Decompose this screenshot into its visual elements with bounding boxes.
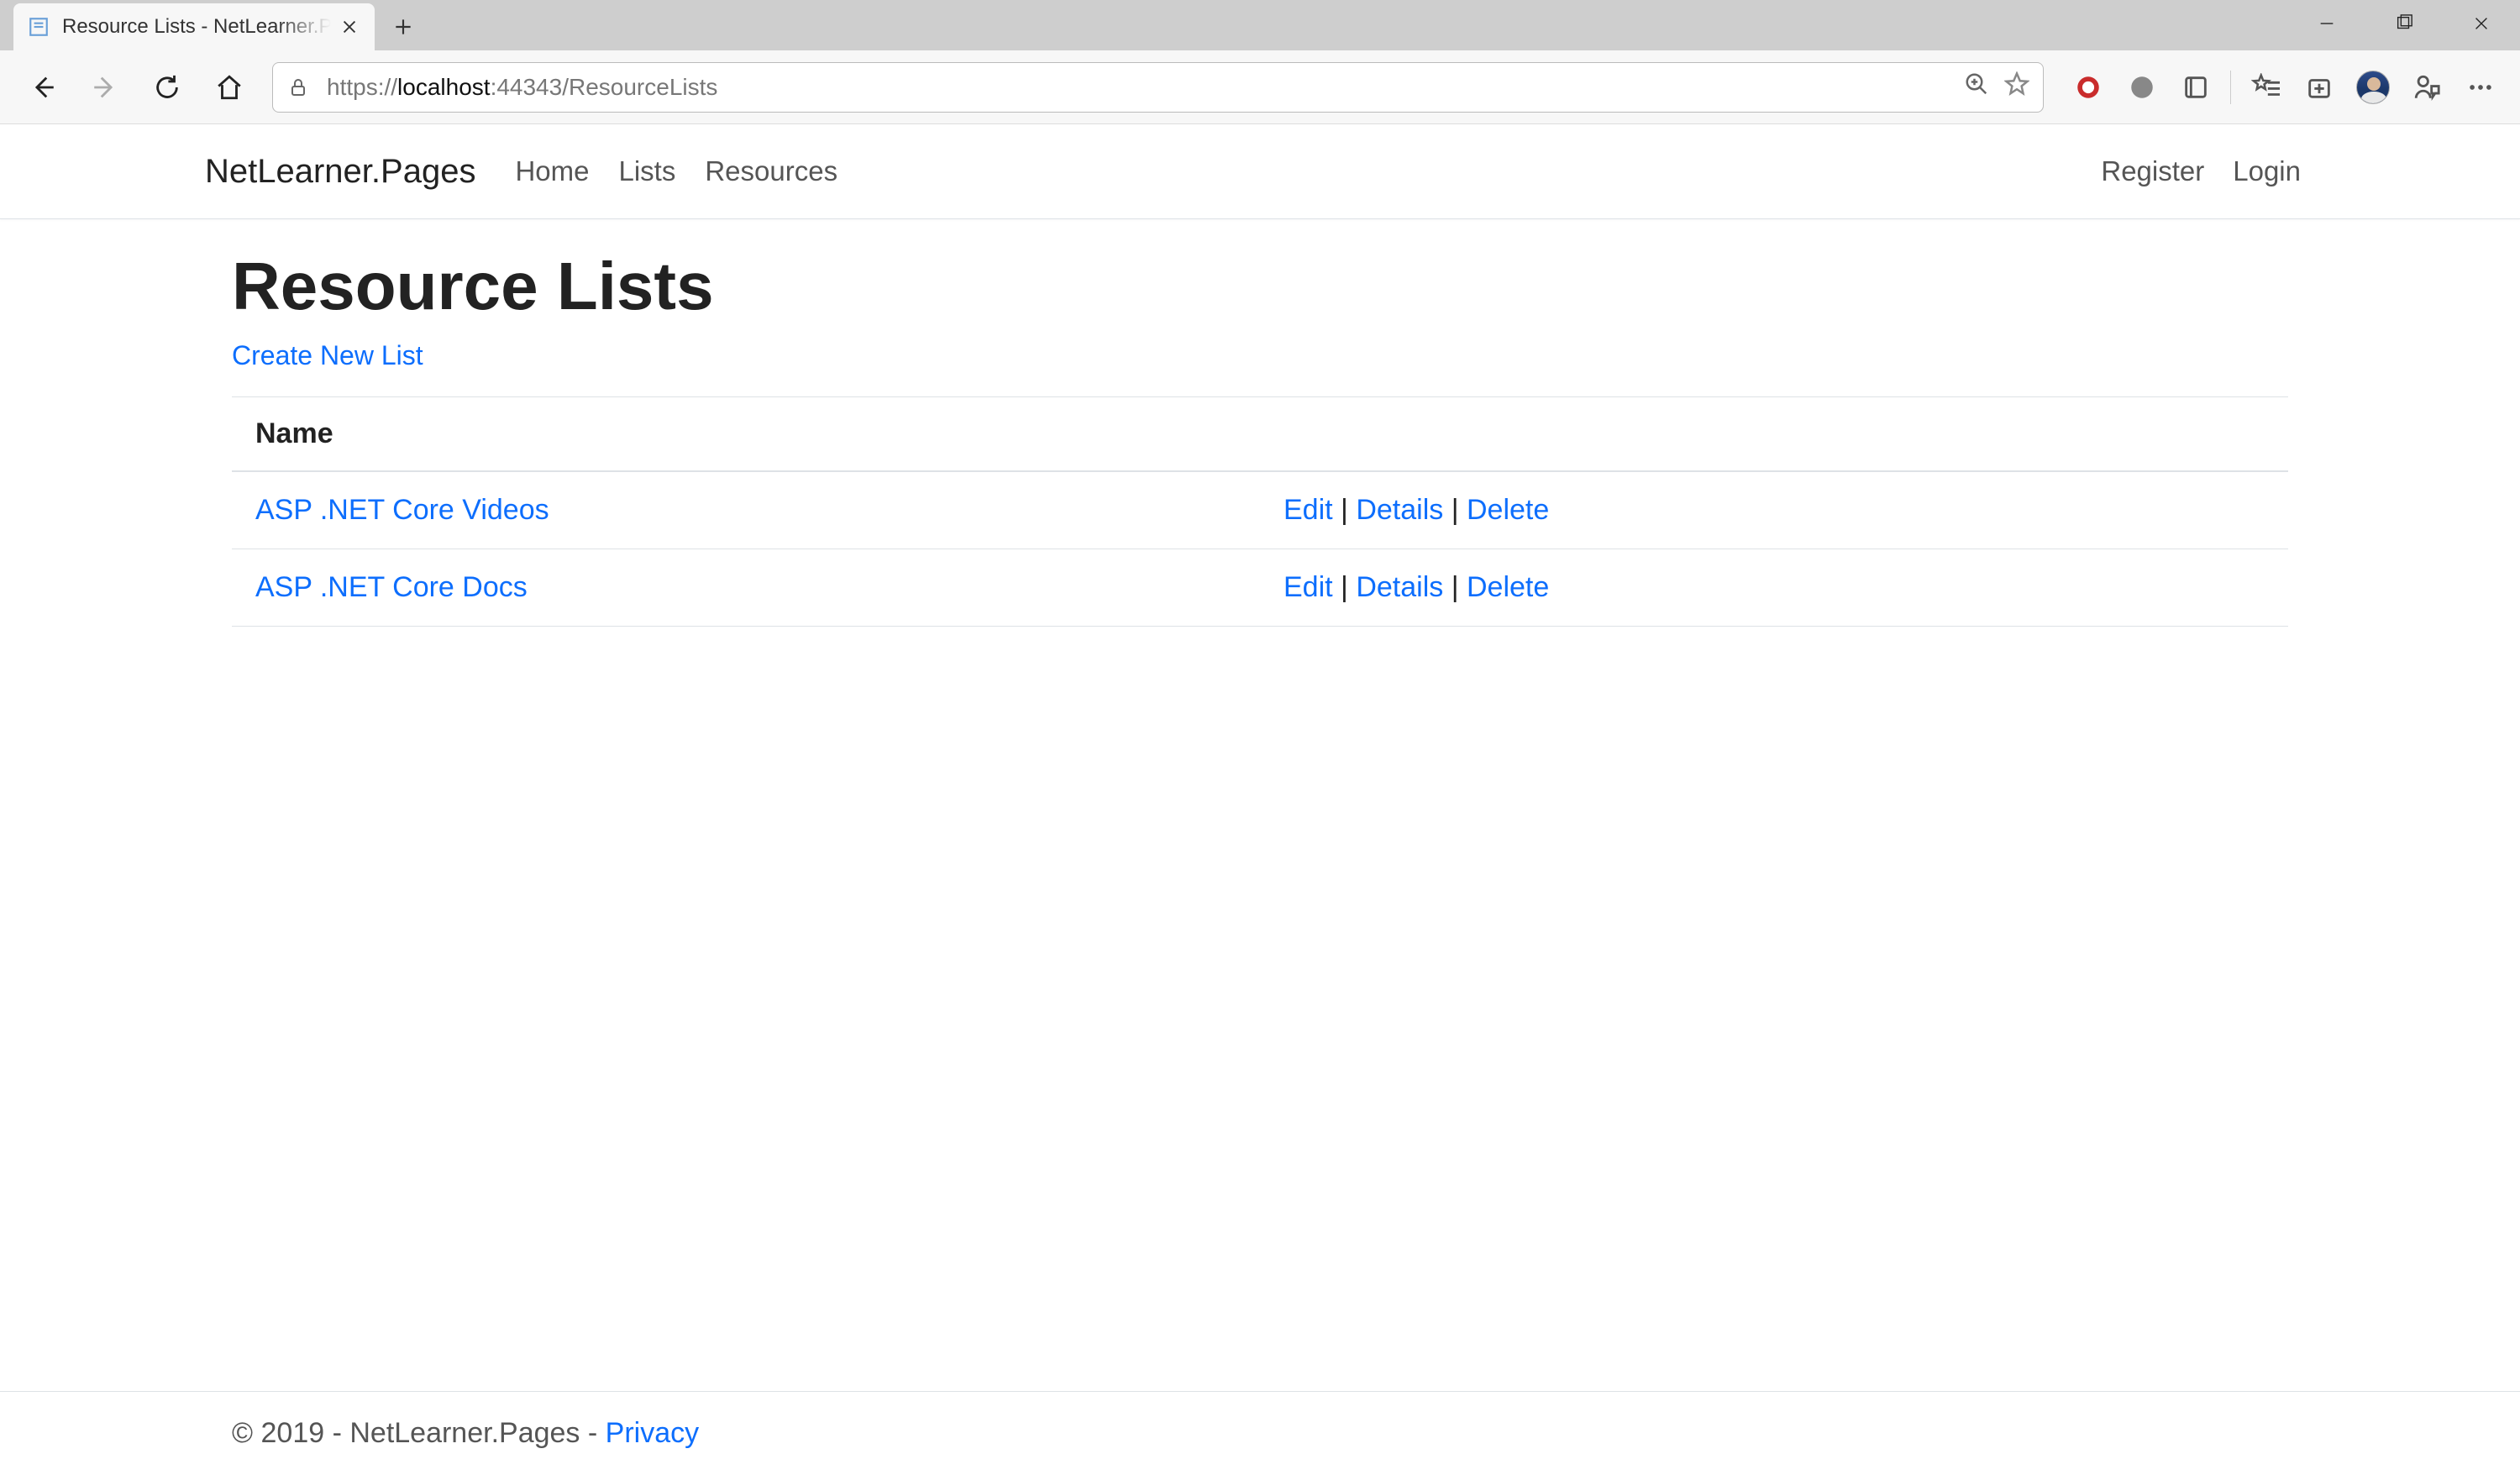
delete-link[interactable]: Delete (1467, 571, 1549, 603)
nav-home[interactable]: Home (501, 144, 603, 199)
forward-button[interactable] (77, 60, 133, 115)
row-name-link[interactable]: ASP .NET Core Docs (255, 571, 528, 603)
tab-close-icon[interactable] (338, 15, 361, 39)
privacy-link[interactable]: Privacy (606, 1417, 699, 1449)
home-button[interactable] (202, 60, 257, 115)
reading-view-icon[interactable] (2171, 60, 2220, 115)
address-actions (1964, 71, 2029, 102)
footer: © 2019 - NetLearner.Pages - Privacy (0, 1391, 2520, 1475)
avatar (2356, 71, 2390, 104)
site-navbar: NetLearner.Pages Home Lists Resources Re… (0, 124, 2520, 219)
resource-table: Name ASP .NET Core Videos Edit | Details… (232, 396, 2288, 627)
tab-title: Resource Lists - NetLearner.Pages (62, 15, 331, 39)
nav-resources[interactable]: Resources (690, 144, 852, 199)
table-row: ASP .NET Core Videos Edit | Details | De… (232, 471, 2288, 549)
page-content: NetLearner.Pages Home Lists Resources Re… (0, 124, 2520, 1475)
extension2-icon[interactable] (2118, 60, 2166, 115)
edit-link[interactable]: Edit (1284, 494, 1333, 526)
favicon-icon (27, 15, 50, 39)
brand-link[interactable]: NetLearner.Pages (205, 153, 475, 191)
window-controls (2288, 0, 2520, 50)
maximize-button[interactable] (2365, 0, 2443, 47)
page-title: Resource Lists (232, 248, 2288, 325)
col-name: Name (232, 397, 1260, 472)
back-button[interactable] (15, 60, 71, 115)
row-name-link[interactable]: ASP .NET Core Videos (255, 494, 549, 526)
main-content: Resource Lists Create New List Name ASP … (0, 219, 2520, 1391)
favorites-list-icon[interactable] (2241, 60, 2290, 115)
browser-tab[interactable]: Resource Lists - NetLearner.Pages (13, 3, 375, 50)
refresh-button[interactable] (139, 60, 195, 115)
favorite-icon[interactable] (2004, 71, 2029, 102)
menu-button[interactable] (2456, 60, 2505, 115)
collections-icon[interactable] (2295, 60, 2344, 115)
browser-toolbar: https://localhost:44343/ResourceLists (0, 50, 2520, 124)
col-actions (1260, 397, 2288, 472)
nav-login[interactable]: Login (2218, 144, 2315, 199)
details-link[interactable]: Details (1356, 571, 1443, 603)
nav-lists[interactable]: Lists (604, 144, 690, 199)
nav-right: Register Login (2087, 144, 2315, 199)
delete-link[interactable]: Delete (1467, 494, 1549, 526)
extension1-icon[interactable] (2064, 60, 2113, 115)
create-new-link[interactable]: Create New List (232, 340, 423, 371)
new-tab-button[interactable] (380, 3, 427, 50)
profile-button[interactable] (2349, 60, 2397, 115)
lock-icon (286, 76, 310, 99)
details-link[interactable]: Details (1356, 494, 1443, 526)
close-window-button[interactable] (2443, 0, 2520, 47)
nav-links: Home Lists Resources (501, 144, 852, 199)
feedback-icon[interactable] (2402, 60, 2451, 115)
footer-text: © 2019 - NetLearner.Pages - (232, 1417, 606, 1449)
nav-register[interactable]: Register (2087, 144, 2218, 199)
table-row: ASP .NET Core Docs Edit | Details | Dele… (232, 549, 2288, 627)
browser-chrome: Resource Lists - NetLearner.Pages (0, 0, 2520, 124)
url-text: https://localhost:44343/ResourceLists (327, 74, 717, 101)
zoom-icon[interactable] (1964, 71, 1989, 102)
tab-bar: Resource Lists - NetLearner.Pages (0, 0, 2520, 50)
minimize-button[interactable] (2288, 0, 2365, 47)
address-bar[interactable]: https://localhost:44343/ResourceLists (272, 62, 2044, 113)
toolbar-right (2064, 60, 2505, 115)
edit-link[interactable]: Edit (1284, 571, 1333, 603)
separator (2230, 71, 2231, 104)
